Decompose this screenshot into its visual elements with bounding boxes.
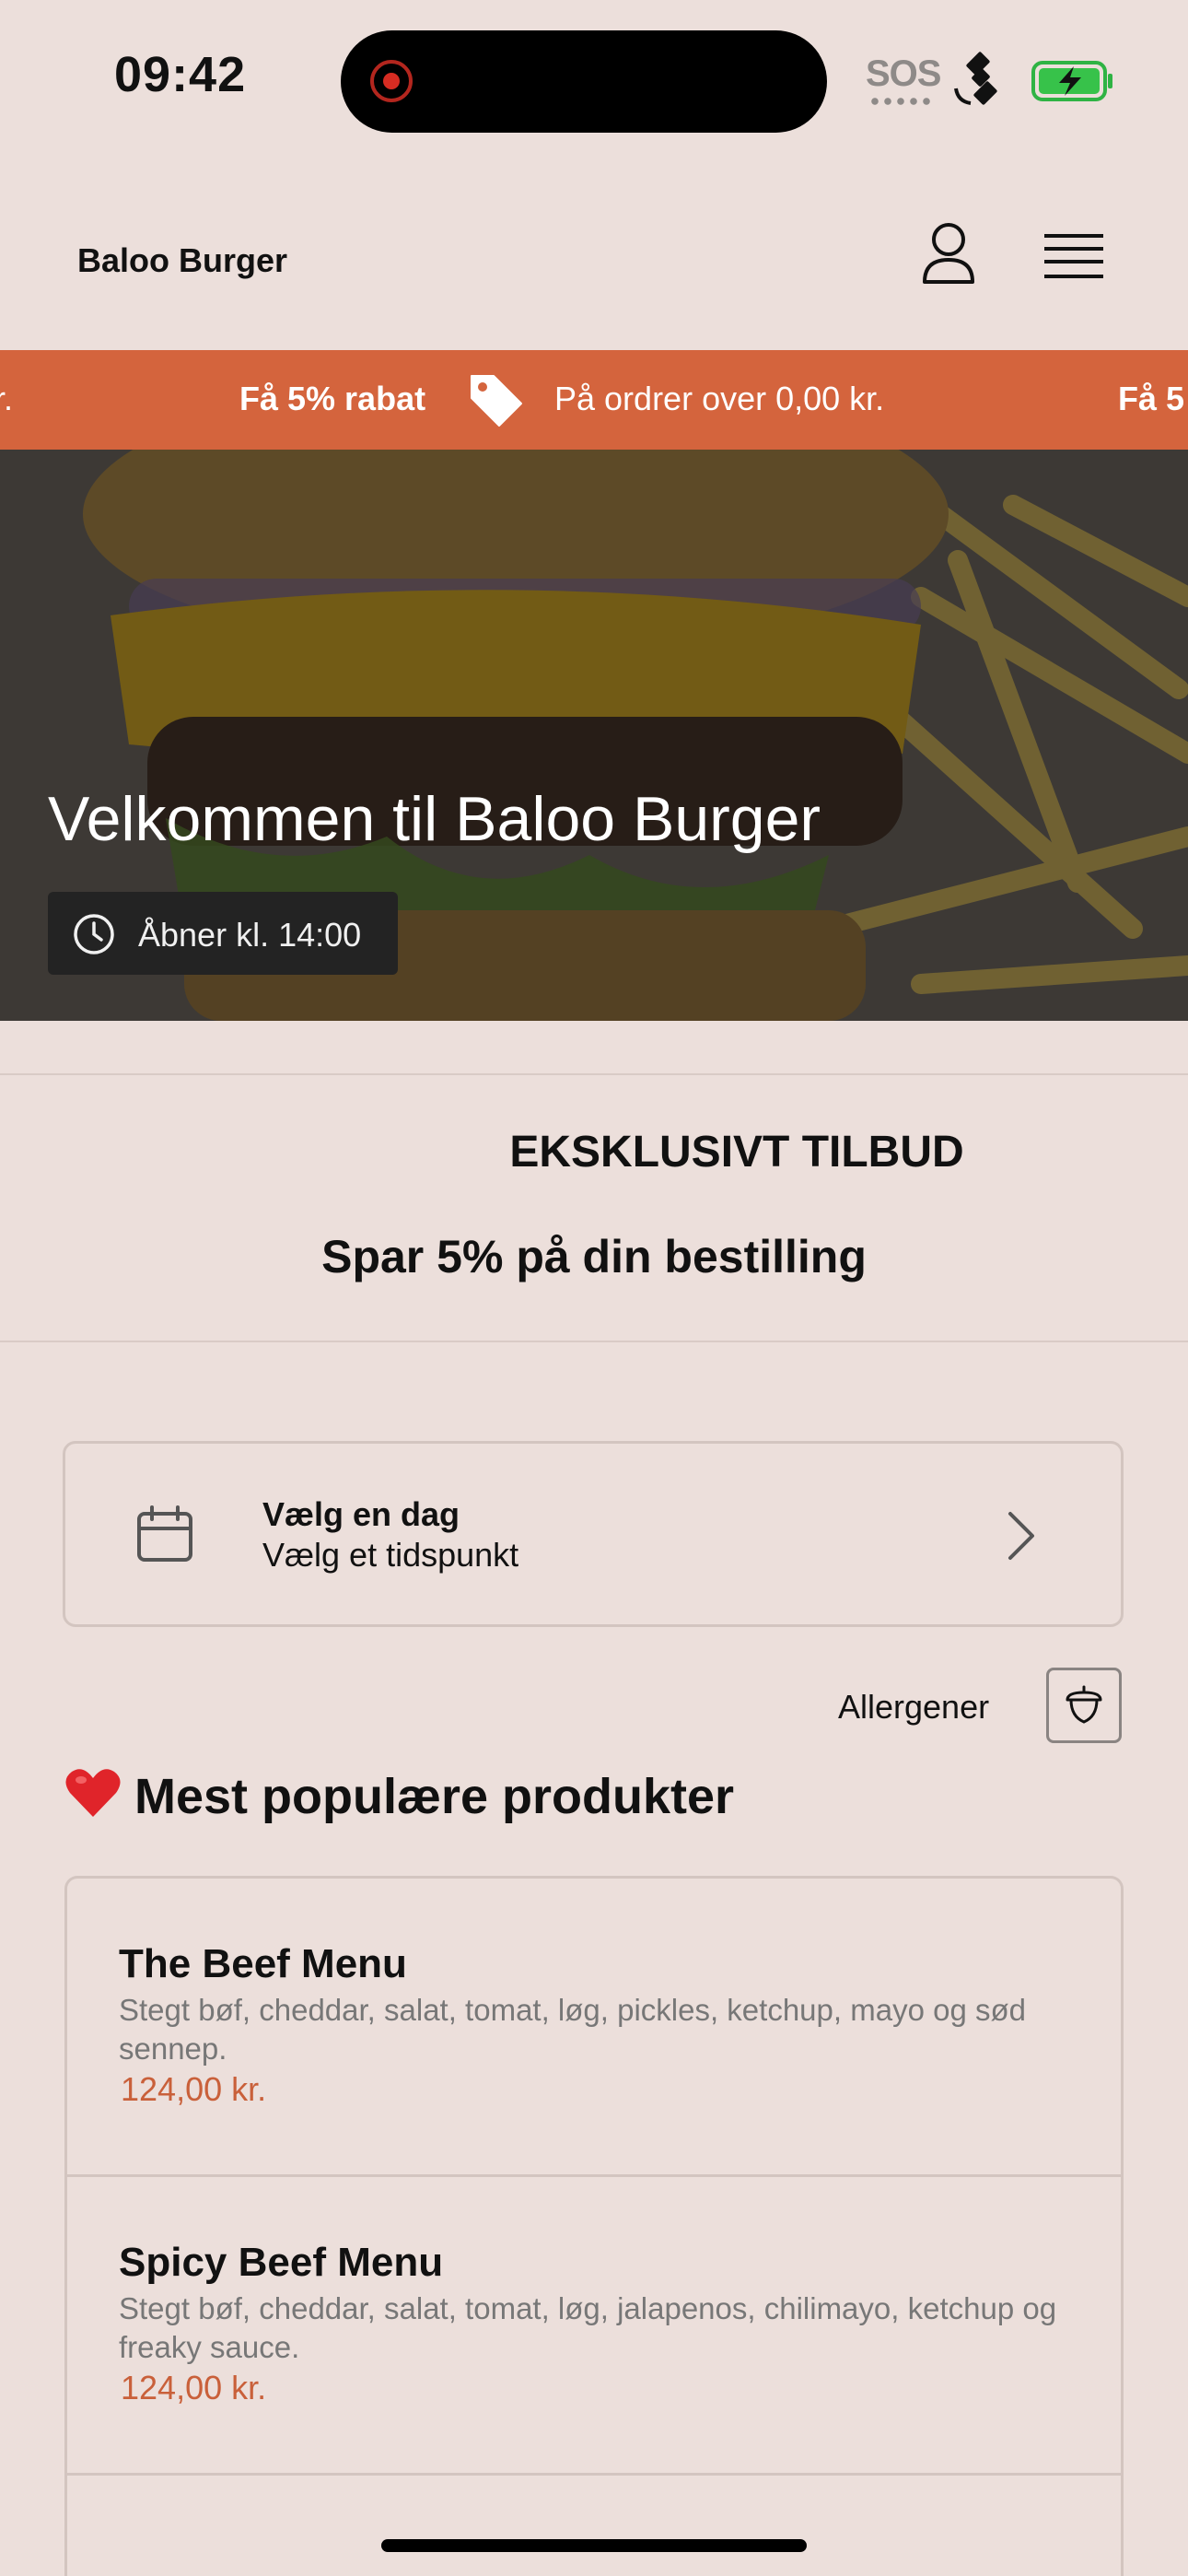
product-list: The Beef Menu Stegt bøf, cheddar, salat,… bbox=[64, 1876, 1124, 2576]
promo-banner: r. Få 5% rabat På ordrer over 0,00 kr. F… bbox=[0, 350, 1188, 450]
banner-discount: Få 5% rabat bbox=[239, 380, 426, 417]
opening-hours-text: Åbner kl. 14:00 bbox=[138, 916, 362, 954]
sos-indicator: SOS bbox=[866, 53, 941, 94]
offer-title: Spar 5% på din bestilling bbox=[321, 1231, 867, 1282]
calendar-icon bbox=[137, 1505, 192, 1562]
product-card[interactable]: The Beef Menu Stegt bøf, cheddar, salat,… bbox=[67, 1879, 1121, 2177]
offer-section: EKSKLUSIVT TILBUD Spar 5% på din bestill… bbox=[0, 1073, 1188, 1342]
battery-charging-icon bbox=[1031, 61, 1112, 101]
date-time-picker[interactable]: Vælg en dag Vælg et tidspunkt bbox=[63, 1441, 1124, 1627]
product-name: Spicy Beef Menu bbox=[119, 2240, 444, 2285]
product-name: The Beef Menu bbox=[119, 1941, 407, 1986]
status-time: 09:42 bbox=[114, 47, 247, 102]
hero-section: Velkommen til Baloo Burger Åbner kl. 14:… bbox=[0, 450, 1188, 1021]
product-price: 124,00 kr. bbox=[121, 2369, 267, 2406]
opening-hours-badge: Åbner kl. 14:00 bbox=[48, 892, 398, 975]
popular-products-heading: Mest populære produkter bbox=[64, 1767, 734, 1825]
banner-fragment-left: r. bbox=[0, 380, 14, 417]
brand-name[interactable]: Baloo Burger bbox=[77, 241, 287, 280]
product-card[interactable]: Spicy Beef Menu Stegt bøf, cheddar, sala… bbox=[67, 2177, 1121, 2476]
chevron-right-icon bbox=[1008, 1512, 1034, 1560]
popular-products-title: Mest populære produkter bbox=[134, 1769, 735, 1824]
clock-icon bbox=[74, 914, 114, 954]
date-picker-subtitle: Vælg et tidspunkt bbox=[262, 1536, 519, 1574]
allergens-button[interactable] bbox=[1046, 1668, 1122, 1743]
sos-signal-dots bbox=[868, 98, 931, 105]
banner-condition: På ordrer over 0,00 kr. bbox=[554, 380, 885, 417]
product-description: Stegt bøf, cheddar, salat, tomat, løg, p… bbox=[119, 1993, 1026, 2066]
satellite-icon bbox=[954, 52, 997, 105]
recording-indicator-icon bbox=[370, 60, 413, 102]
menu-icon[interactable] bbox=[1044, 232, 1103, 280]
status-bar: 09:42 SOS bbox=[0, 0, 1188, 157]
home-indicator bbox=[381, 2539, 807, 2552]
offer-label: EKSKLUSIVT TILBUD bbox=[509, 1128, 964, 1177]
tag-icon bbox=[471, 375, 522, 427]
app-header: Baloo Burger bbox=[0, 157, 1188, 350]
banner-fragment-right: Få 5 bbox=[1118, 380, 1185, 417]
dynamic-island bbox=[341, 30, 827, 133]
acorn-icon bbox=[1066, 1685, 1102, 1724]
heart-icon bbox=[65, 1769, 121, 1817]
user-icon[interactable] bbox=[919, 221, 978, 286]
hero-title: Velkommen til Baloo Burger bbox=[48, 784, 821, 854]
product-price: 124,00 kr. bbox=[121, 2070, 267, 2108]
date-picker-title: Vælg en dag bbox=[262, 1495, 460, 1533]
product-description: Stegt bøf, cheddar, salat, tomat, løg, j… bbox=[119, 2291, 1057, 2364]
allergens-label[interactable]: Allergener bbox=[838, 1688, 989, 1727]
